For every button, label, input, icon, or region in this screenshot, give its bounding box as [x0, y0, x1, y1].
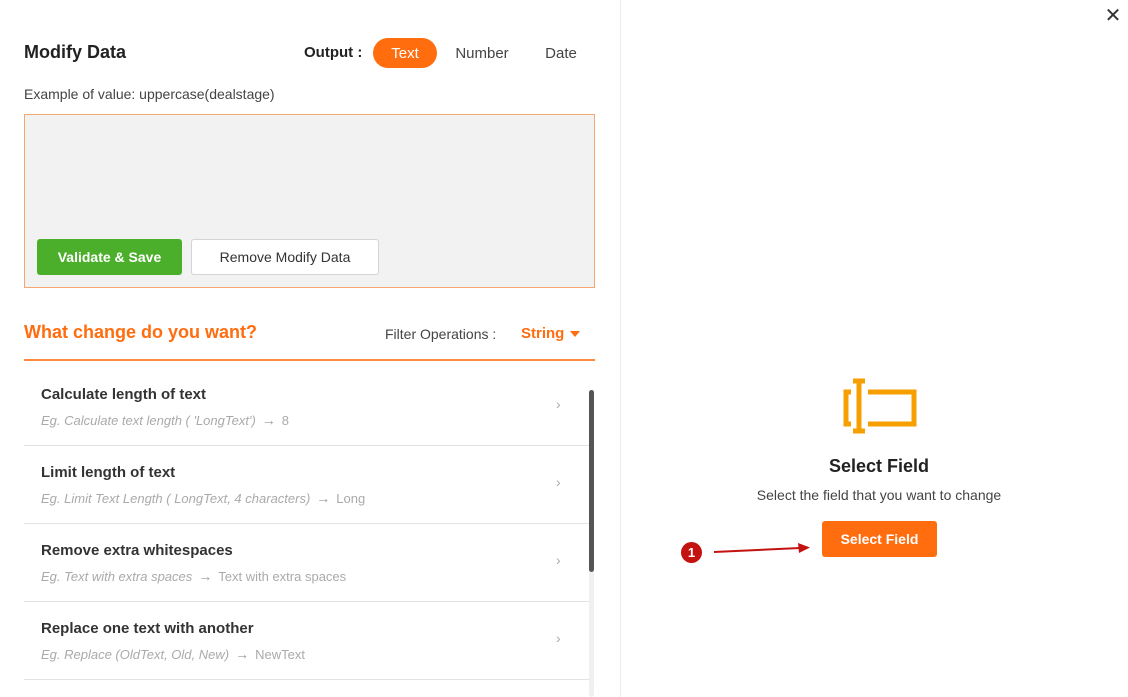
output-label: Output :: [304, 44, 363, 61]
example-input: Eg. Limit Text Length ( LongText, 4 char…: [41, 490, 311, 506]
arrow-right-icon: →: [316, 490, 331, 506]
chevron-right-icon: ›: [556, 552, 561, 568]
chevron-right-icon: ›: [556, 630, 561, 646]
operation-title: Calculate length of text: [41, 386, 207, 403]
operation-example: Eg. Text with extra spaces → Text with e…: [41, 568, 346, 584]
remove-modify-data-button[interactable]: Remove Modify Data: [191, 239, 379, 275]
example-result: 8: [281, 412, 290, 428]
list-item[interactable]: Limit length of text Eg. Limit Text Leng…: [24, 446, 589, 524]
example-result: NewText: [255, 646, 305, 662]
modify-data-panel: Modify Data Output : Text Number Date Ex…: [0, 0, 621, 697]
operation-example: Eg. Calculate text length ( 'LongText') …: [41, 412, 289, 428]
divider: [24, 359, 595, 361]
select-field-button[interactable]: Select Field: [822, 521, 937, 557]
caret-down-icon: [570, 330, 581, 337]
arrow-right-icon: [713, 543, 810, 553]
output-option-text[interactable]: Text: [373, 38, 437, 68]
close-icon[interactable]: ✕: [1103, 6, 1123, 26]
arrow-right-icon: →: [198, 568, 213, 584]
example-input: Eg. Calculate text length ( 'LongText'): [41, 412, 256, 428]
example-input: Eg. Replace (OldText, Old, New): [41, 646, 230, 662]
arrow-right-icon: →: [235, 646, 250, 662]
operation-example: Eg. Replace (OldText, Old, New) → NewTex…: [41, 646, 305, 662]
arrow-right-icon: →: [261, 412, 276, 428]
chevron-right-icon: ›: [556, 396, 561, 412]
output-option-date[interactable]: Date: [532, 38, 590, 68]
operations-list: Calculate length of text Eg. Calculate t…: [24, 368, 589, 697]
filter-operations-label: Filter Operations :: [385, 326, 497, 342]
chevron-right-icon: ›: [556, 474, 561, 490]
field-selector-icon: [843, 378, 917, 434]
operation-title: Replace one text with another: [41, 620, 254, 637]
operation-example: Eg. Limit Text Length ( LongText, 4 char…: [41, 490, 365, 506]
output-option-number[interactable]: Number: [445, 38, 519, 68]
list-item[interactable]: Remove extra whitespaces Eg. Text with e…: [24, 524, 589, 602]
filter-operations-dropdown[interactable]: String: [521, 325, 581, 342]
formula-editor[interactable]: Validate & Save Remove Modify Data: [24, 114, 595, 288]
validate-save-button[interactable]: Validate & Save: [37, 239, 182, 275]
scrollbar-thumb[interactable]: [589, 390, 594, 572]
select-field-description: Select the field that you want to change: [756, 487, 1002, 503]
operations-heading: What change do you want?: [24, 322, 257, 342]
example-result: Long: [336, 490, 366, 506]
filter-operations-value: String: [521, 325, 565, 342]
select-field-panel: [622, 0, 1128, 697]
operation-title: Limit length of text: [41, 464, 176, 481]
step-marker-badge: 1: [681, 542, 702, 563]
list-item[interactable]: Calculate length of text Eg. Calculate t…: [24, 368, 589, 446]
list-item[interactable]: Replace one text with another Eg. Replac…: [24, 602, 589, 680]
example-value-text: Example of value: uppercase(dealstage): [24, 86, 275, 102]
page-title: Modify Data: [24, 42, 127, 62]
example-input: Eg. Text with extra spaces: [41, 568, 193, 584]
example-result: Text with extra spaces: [218, 568, 347, 584]
operation-title: Remove extra whitespaces: [41, 542, 233, 559]
select-field-title: Select Field: [828, 456, 930, 476]
